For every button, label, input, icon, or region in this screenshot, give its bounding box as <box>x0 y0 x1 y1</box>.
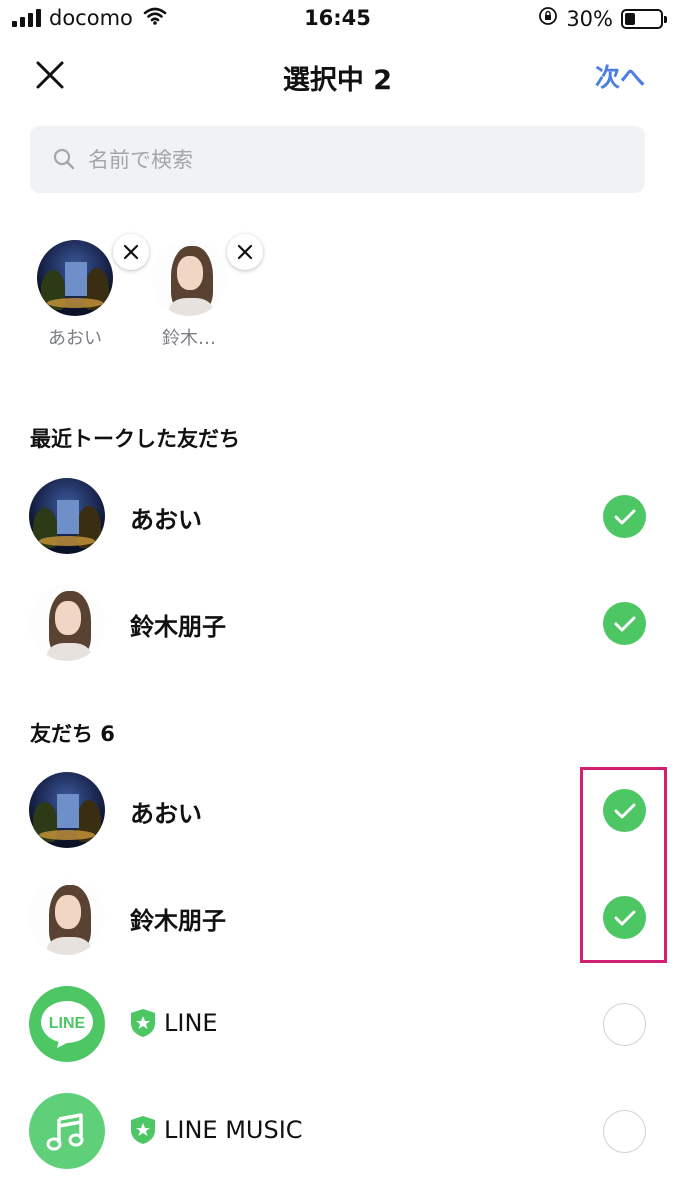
rotation-lock-icon <box>538 6 558 31</box>
line-logo-icon: LINE <box>29 986 105 1062</box>
avatar <box>29 772 105 848</box>
line-logo-text: LINE <box>49 1015 86 1032</box>
friend-name-row: LINE MUSIC <box>130 1115 303 1145</box>
section-title-recent: 最近トークした友だち <box>30 427 240 451</box>
friend-name: あおい <box>130 506 202 534</box>
checkbox[interactable] <box>603 602 646 645</box>
status-right: 30% <box>538 6 667 31</box>
checkbox[interactable] <box>603 495 646 538</box>
search-bar[interactable] <box>30 126 645 193</box>
page-title: 選択中 2 <box>282 65 393 96</box>
highlight-box <box>580 767 667 963</box>
section-title-friends: 友だち 6 <box>30 722 115 746</box>
avatar <box>29 478 105 554</box>
official-badge-icon <box>131 1009 155 1037</box>
chip-name: あおい <box>48 328 102 349</box>
search-input[interactable] <box>88 126 628 193</box>
friend-name: 鈴木朋子 <box>130 907 226 935</box>
header: 選択中 2 次へ <box>0 44 675 108</box>
list-item[interactable]: あおい <box>0 466 675 566</box>
battery-percent: 30% <box>566 6 613 31</box>
avatar <box>151 240 227 316</box>
search-icon <box>52 147 76 175</box>
friend-name: 鈴木朋子 <box>130 613 226 641</box>
avatar <box>37 240 113 316</box>
official-badge-icon <box>131 1116 155 1144</box>
friend-name: LINE <box>164 1009 218 1037</box>
check-icon <box>614 509 636 525</box>
remove-chip-button[interactable] <box>227 234 263 270</box>
list-item[interactable]: LINE LINE <box>0 974 675 1074</box>
check-icon <box>614 616 636 632</box>
status-bar: docomo 16:45 30% <box>0 0 675 38</box>
battery-icon <box>621 8 667 29</box>
close-icon <box>237 244 253 260</box>
friend-name-row: LINE <box>130 1008 218 1038</box>
list-item[interactable]: 鈴木朋子 <box>0 867 675 967</box>
chip-name: 鈴木… <box>162 328 216 349</box>
avatar <box>29 585 105 661</box>
next-button[interactable]: 次へ <box>595 58 645 94</box>
list-item[interactable]: 鈴木朋子 <box>0 573 675 673</box>
selected-chip: 鈴木… <box>144 234 263 349</box>
checkbox[interactable] <box>603 1003 646 1046</box>
friend-name: LINE MUSIC <box>164 1116 303 1144</box>
checkbox[interactable] <box>603 1110 646 1153</box>
list-item[interactable]: LINE MUSIC <box>0 1081 675 1181</box>
avatar <box>29 879 105 955</box>
music-note-icon <box>29 1093 105 1169</box>
friend-name: あおい <box>130 800 202 828</box>
close-icon <box>123 244 139 260</box>
selected-chip: あおい <box>30 234 149 349</box>
list-item[interactable]: あおい <box>0 760 675 860</box>
